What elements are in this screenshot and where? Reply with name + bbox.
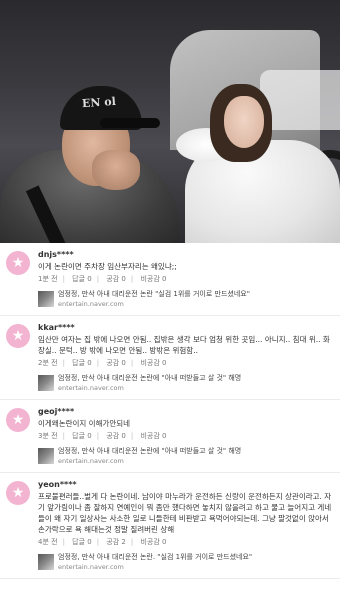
meta-divider: | xyxy=(96,432,100,440)
comment-text: 이게 논란이면 주차장 임산부자리는 왜있냐;; xyxy=(38,262,177,271)
comment-time: 2분 전 xyxy=(38,359,58,367)
comment-meta: 1분 전 | 답글 0 | 공감 0 | 비공감 0 xyxy=(38,273,334,285)
car-window-light xyxy=(260,70,340,130)
source-article-link[interactable]: 엄정정, 만삭 아내 대리운전 논란 "실검 1위를 거이로 만드셨네요" en… xyxy=(38,289,334,311)
source-domain: entertain.naver.com xyxy=(58,457,124,465)
star-icon[interactable]: ★ xyxy=(6,324,30,348)
comment-meta: 2분 전 | 답글 0 | 공감 0 | 비공감 0 xyxy=(38,357,334,369)
source-title[interactable]: 엄정정, 만삭 아내 대리운전 논란에 "아내 떠받들고 살 것" 해명 xyxy=(58,373,334,383)
reply-button[interactable]: 답글 0 xyxy=(72,275,92,283)
dislike-button[interactable]: 비공감 0 xyxy=(140,275,166,283)
man-hand xyxy=(92,150,140,190)
dislike-button[interactable]: 비공감 0 xyxy=(140,538,166,546)
comment-time: 3분 전 xyxy=(38,432,58,440)
comment-item: ★ dnjs**** 이게 논란이면 주차장 임산부자리는 왜있냐;; 1분 전… xyxy=(0,243,340,316)
star-icon[interactable]: ★ xyxy=(6,481,30,505)
comment-time: 1분 전 xyxy=(38,275,58,283)
dislike-button[interactable]: 비공감 0 xyxy=(140,359,166,367)
article-thumbnail xyxy=(38,291,54,307)
woman-face xyxy=(224,96,264,148)
comment-username[interactable]: yeon**** xyxy=(38,479,334,491)
comment-item: ★ geoj**** 이게왜논란이지 이해가안되네 3분 전 | 답글 0 | 공감… xyxy=(0,400,340,473)
article-thumbnail xyxy=(38,448,54,464)
meta-divider: | xyxy=(96,359,100,367)
meta-divider: | xyxy=(62,359,65,367)
comment-meta: 3분 전 | 답글 0 | 공감 0 | 비공감 0 xyxy=(38,430,334,442)
source-title[interactable]: 엄정정, 만삭 아내 대리운전 논란. "실검 1위를 거이로 만드셨네요" xyxy=(58,552,334,562)
source-article-link[interactable]: 엄정정, 만삭 아내 대리운전 논란에 "아내 떠받들고 살 것" 해명 ent… xyxy=(38,446,334,468)
star-icon[interactable]: ★ xyxy=(6,408,30,432)
comment-time: 4분 전 xyxy=(38,538,58,546)
meta-divider: | xyxy=(130,359,134,367)
reply-button[interactable]: 답글 0 xyxy=(72,538,92,546)
source-domain: entertain.naver.com xyxy=(58,384,124,392)
meta-divider: | xyxy=(96,275,100,283)
comment-username[interactable]: geoj**** xyxy=(38,406,334,418)
like-button[interactable]: 공감 2 xyxy=(106,538,126,546)
meta-divider: | xyxy=(96,538,100,546)
meta-divider: | xyxy=(130,275,134,283)
meta-divider: | xyxy=(62,432,65,440)
meta-divider: | xyxy=(62,538,65,546)
meta-divider: | xyxy=(62,275,65,283)
comment-text: 이게왜논란이지 이해가안되네 xyxy=(38,419,131,428)
comment-meta: 4분 전 | 답글 0 | 공감 2 | 비공감 0 xyxy=(38,536,334,548)
comment-list: ★ dnjs**** 이게 논란이면 주차장 임산부자리는 왜있냐;; 1분 전… xyxy=(0,243,340,579)
like-button[interactable]: 공감 0 xyxy=(106,359,126,367)
comment-text: 임산만 여자는 집 밖에 나오면 안됨.. 집밖은 생각 보다 엄청 위한 곳임… xyxy=(38,335,330,355)
source-domain: entertain.naver.com xyxy=(58,300,124,308)
source-title[interactable]: 엄정정, 만삭 아내 대리운전 논란 "실검 1위를 거이로 만드셨네요" xyxy=(58,289,334,299)
cap-brim xyxy=(100,118,160,128)
comment-item: ★ yeon**** 프로불편러들..벌게 다 논란이네. 남이야 마누라가 운… xyxy=(0,473,340,579)
article-thumbnail xyxy=(38,375,54,391)
reply-button[interactable]: 답글 0 xyxy=(72,359,92,367)
article-photo: EN ol xyxy=(0,0,340,243)
comment-username[interactable]: kkar**** xyxy=(38,322,334,334)
cap-logo-text: EN ol xyxy=(81,94,117,111)
reply-button[interactable]: 답글 0 xyxy=(72,432,92,440)
dislike-button[interactable]: 비공감 0 xyxy=(140,432,166,440)
like-button[interactable]: 공감 0 xyxy=(106,275,126,283)
source-domain: entertain.naver.com xyxy=(58,563,124,571)
meta-divider: | xyxy=(130,432,134,440)
like-button[interactable]: 공감 0 xyxy=(106,432,126,440)
meta-divider: | xyxy=(130,538,134,546)
comment-username[interactable]: dnjs**** xyxy=(38,249,334,261)
source-article-link[interactable]: 엄정정, 만삭 아내 대리운전 논란. "실검 1위를 거이로 만드셨네요" e… xyxy=(38,552,334,574)
article-thumbnail xyxy=(38,554,54,570)
source-title[interactable]: 엄정정, 만삭 아내 대리운전 논란에 "아내 떠받들고 살 것" 해명 xyxy=(58,446,334,456)
comment-item: ★ kkar**** 임산만 여자는 집 밖에 나오면 안됨.. 집밖은 생각 … xyxy=(0,316,340,400)
source-article-link[interactable]: 엄정정, 만삭 아내 대리운전 논란에 "아내 떠받들고 살 것" 해명 ent… xyxy=(38,373,334,395)
comment-text: 프로불편러들..벌게 다 논란이네. 남이야 마누라가 운전하든 신랑이 운전하… xyxy=(38,492,332,534)
star-icon[interactable]: ★ xyxy=(6,251,30,275)
